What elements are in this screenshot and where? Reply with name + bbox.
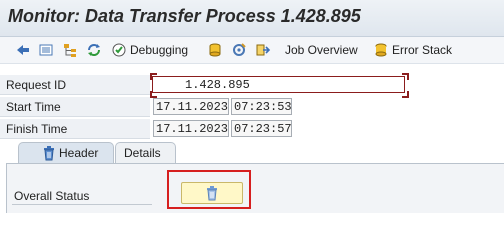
status-underline <box>12 204 152 205</box>
start-date-field[interactable]: 17.11.2023 <box>153 98 229 115</box>
start-time-label: Start Time <box>0 97 150 117</box>
debugging-button[interactable]: Debugging <box>111 40 188 60</box>
trash-icon <box>41 145 57 161</box>
list-icon <box>38 42 54 58</box>
list-button[interactable] <box>38 40 54 60</box>
error-stack-button[interactable]: Error Stack <box>373 40 452 60</box>
settings-button[interactable] <box>231 40 247 60</box>
export-icon <box>255 42 271 58</box>
header-panel <box>6 163 504 213</box>
refresh-button[interactable] <box>86 40 102 60</box>
request-id-label: Request ID <box>0 75 150 95</box>
database-icon <box>207 42 223 58</box>
hierarchy-button[interactable] <box>62 40 78 60</box>
start-time-field[interactable]: 07:23:53 <box>231 98 292 115</box>
trash-icon <box>204 185 220 201</box>
tab-header[interactable]: Header <box>18 142 114 163</box>
required-marker-top-right <box>402 73 409 80</box>
required-marker-bottom-right <box>402 91 409 98</box>
required-marker-bottom-left <box>150 91 157 98</box>
debugging-label: Debugging <box>130 43 189 57</box>
request-id-field[interactable]: 1.428.895 <box>152 76 405 93</box>
window-title: Monitor: Data Transfer Process 1.428.895 <box>8 6 361 26</box>
database-button[interactable] <box>207 40 223 60</box>
overall-status-button[interactable] <box>181 182 243 204</box>
finish-time-field[interactable]: 07:23:57 <box>231 120 292 137</box>
tab-details[interactable]: Details <box>115 142 176 163</box>
required-marker-top-left <box>150 73 157 80</box>
error-stack-icon <box>373 42 389 58</box>
application-toolbar: Debugging Job Overview Error Stack <box>0 37 504 64</box>
export-button[interactable] <box>255 40 271 60</box>
debugging-icon <box>111 42 127 58</box>
tab-header-label: Header <box>59 146 99 160</box>
back-button[interactable] <box>15 40 31 60</box>
finish-time-label: Finish Time <box>0 119 150 139</box>
title-bar: Monitor: Data Transfer Process 1.428.895 <box>0 0 504 37</box>
finish-date-field[interactable]: 17.11.2023 <box>153 120 229 137</box>
overall-status-label: Overall Status <box>14 189 90 203</box>
refresh-icon <box>86 42 102 58</box>
tab-details-label: Details <box>124 146 161 160</box>
settings-gear-icon <box>231 42 247 58</box>
job-overview-button[interactable]: Job Overview <box>285 40 358 60</box>
back-arrow-icon <box>15 42 31 58</box>
tab-strip: Header Details <box>0 142 504 164</box>
hierarchy-icon <box>62 42 78 58</box>
error-stack-label: Error Stack <box>392 43 453 57</box>
job-overview-label: Job Overview <box>285 43 358 57</box>
